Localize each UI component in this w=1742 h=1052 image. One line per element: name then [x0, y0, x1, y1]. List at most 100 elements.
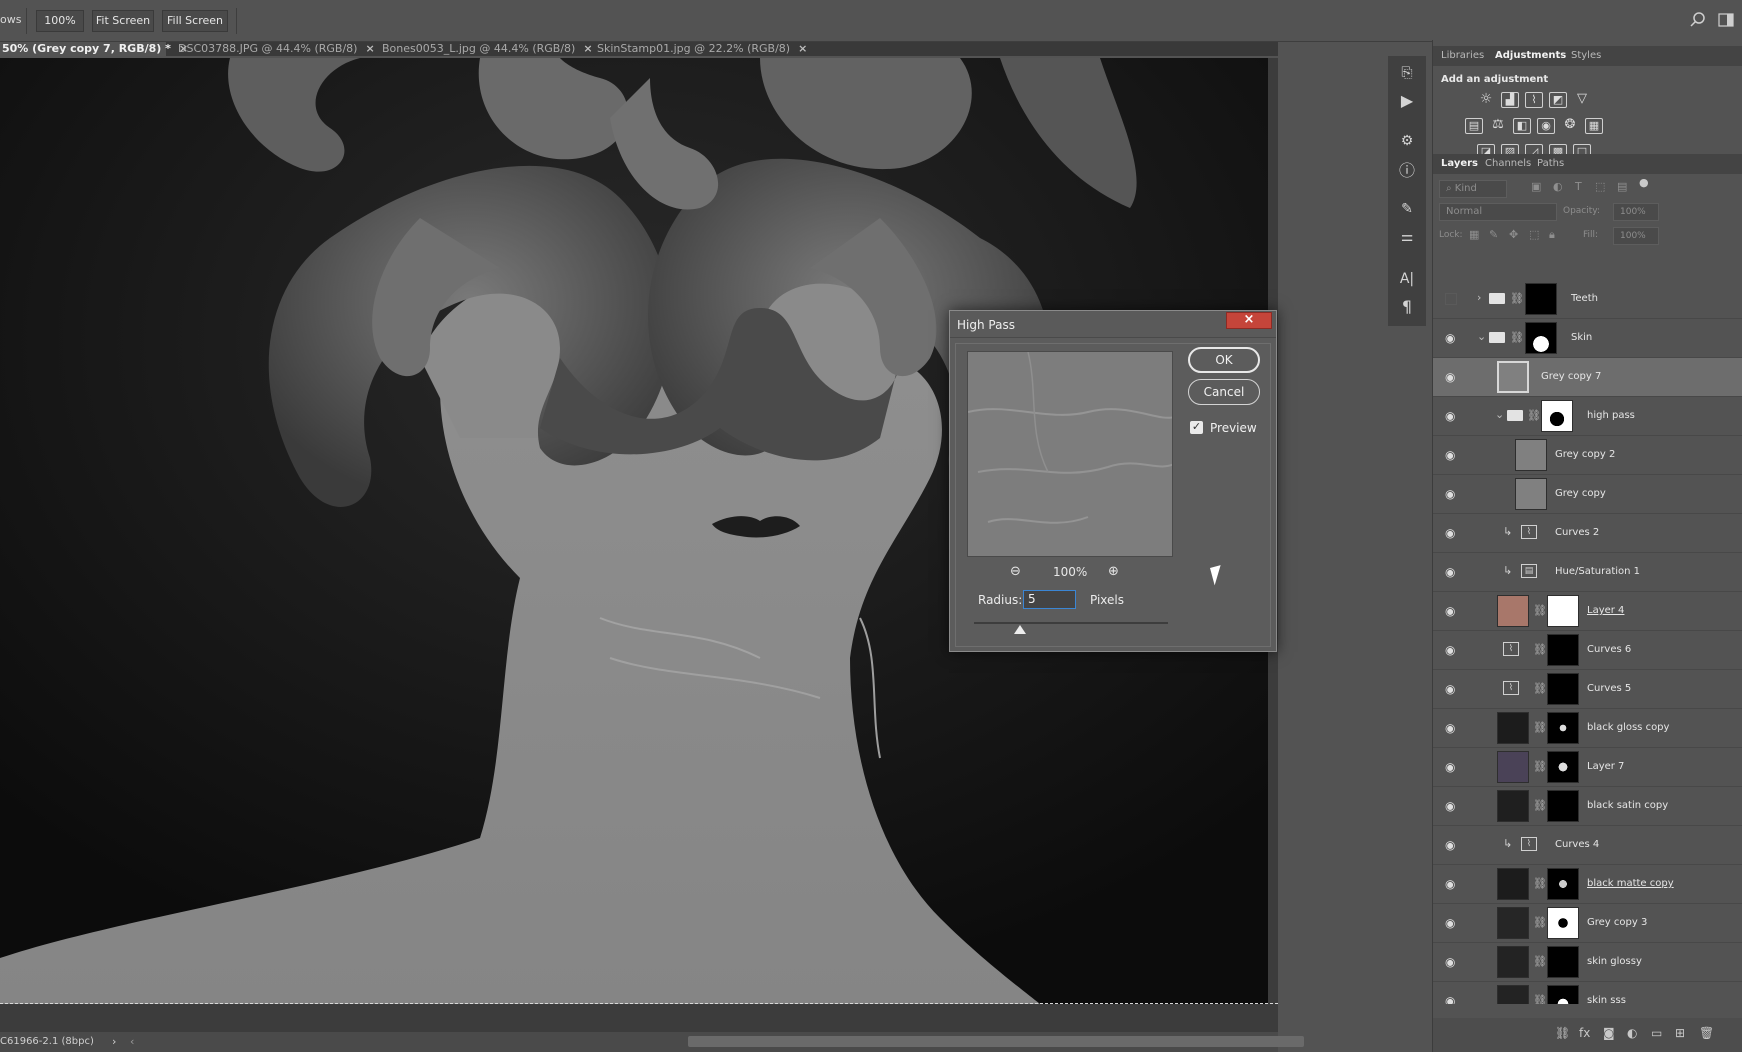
layer-row-curves-4[interactable]: ◉ ↳ ⌇ Curves 4	[1433, 826, 1742, 865]
filter-type-icon[interactable]: T	[1575, 180, 1582, 193]
layer-row-black-gloss-copy[interactable]: ◉ ⛓ black gloss copy	[1433, 709, 1742, 748]
search-icon[interactable]	[1690, 12, 1706, 28]
new-group-icon[interactable]: ▭	[1651, 1026, 1662, 1040]
tab-dsc03788[interactable]: DSC03788.JPG @ 44.4% (RGB/8) ×	[178, 42, 375, 56]
layer-name[interactable]: Layer 7	[1587, 761, 1624, 772]
layer-row-teeth[interactable]: › ⛓ Teeth	[1433, 280, 1742, 319]
layer-row-grey-copy-7[interactable]: ◉ Grey copy 7	[1433, 358, 1742, 397]
layer-row-layer-4[interactable]: ◉ ⛓ Layer 4	[1433, 592, 1742, 631]
layer-name[interactable]: Curves 5	[1587, 683, 1631, 694]
horizontal-scrollbar[interactable]	[688, 1036, 1304, 1047]
eye-icon[interactable]: ◉	[1445, 527, 1459, 539]
chevron-down-icon[interactable]: ⌄	[1477, 330, 1486, 343]
photo-filter-icon[interactable]: ◉	[1537, 118, 1555, 134]
eye-icon[interactable]: ◉	[1445, 839, 1459, 851]
layer-name[interactable]: Grey copy 7	[1541, 371, 1601, 382]
layer-name[interactable]: Skin	[1571, 332, 1592, 343]
chevron-down-icon[interactable]: ⌄	[1495, 408, 1504, 421]
eye-icon[interactable]: ◉	[1445, 605, 1459, 617]
tab-close-icon[interactable]: ×	[365, 42, 374, 55]
eye-icon[interactable]: ◉	[1445, 371, 1459, 383]
blend-mode-select[interactable]: Normal	[1439, 203, 1557, 221]
new-adjustment-icon[interactable]: ◐	[1627, 1026, 1637, 1040]
visibility-toggle-off[interactable]	[1445, 293, 1457, 305]
layer-row-high-pass[interactable]: ◉ ⌄ ⛓ high pass	[1433, 397, 1742, 436]
vibrance-icon[interactable]: ▽	[1573, 92, 1591, 108]
layer-name[interactable]: black gloss copy	[1587, 722, 1669, 733]
layer-name[interactable]: skin sss	[1587, 995, 1626, 1004]
channel-mixer-icon[interactable]: ❂	[1561, 118, 1579, 134]
layer-row-grey-copy-3[interactable]: ◉ ⛓ Grey copy 3	[1433, 904, 1742, 943]
fill-screen-button[interactable]: Fill Screen	[162, 10, 228, 32]
eye-icon[interactable]: ◉	[1445, 410, 1459, 422]
black-white-icon[interactable]: ◧	[1513, 118, 1531, 134]
filter-preview[interactable]	[967, 351, 1173, 557]
layer-name[interactable]: Teeth	[1571, 293, 1598, 304]
tab-layers[interactable]: Layers	[1441, 158, 1478, 169]
tab-paths[interactable]: Paths	[1537, 158, 1564, 169]
layer-row-curves-2[interactable]: ◉ ↳ ⌇ Curves 2	[1433, 514, 1742, 553]
layer-row-layer-7[interactable]: ◉ ⛓ Layer 7	[1433, 748, 1742, 787]
lock-transparent-icon[interactable]: ▦	[1469, 228, 1479, 241]
eye-icon[interactable]: ◉	[1445, 566, 1459, 578]
eye-icon[interactable]: ◉	[1445, 878, 1459, 890]
curves-icon[interactable]: ⌇	[1525, 92, 1543, 108]
eye-icon[interactable]: ◉	[1445, 722, 1459, 734]
layer-name[interactable]: black satin copy	[1587, 800, 1668, 811]
actions-play-icon[interactable]: ▶	[1396, 90, 1418, 112]
layer-name[interactable]: Hue/Saturation 1	[1555, 566, 1640, 577]
ok-button[interactable]: OK	[1188, 347, 1260, 373]
tab-styles[interactable]: Styles	[1571, 50, 1601, 61]
zoom-in-icon[interactable]: ⊕	[1108, 564, 1119, 579]
filter-shape-icon[interactable]: ⬚	[1595, 180, 1605, 193]
opacity-input[interactable]: 100%	[1613, 203, 1659, 221]
eye-icon[interactable]: ◉	[1445, 995, 1459, 1004]
layer-row-curves-6[interactable]: ◉ ⌇ ⛓ Curves 6	[1433, 631, 1742, 670]
layer-row-curves-5[interactable]: ◉ ⌇ ⛓ Curves 5	[1433, 670, 1742, 709]
levels-icon[interactable]: ▟	[1501, 92, 1519, 108]
layer-row-hue-saturation-1[interactable]: ◉ ↳ ▤ Hue/Saturation 1	[1433, 553, 1742, 592]
brush-icon[interactable]: ✎	[1396, 198, 1418, 220]
layer-row-skin-glossy[interactable]: ◉ ⛓ skin glossy	[1433, 943, 1742, 982]
history-icon[interactable]: ⎘	[1396, 62, 1418, 84]
lock-pixels-icon[interactable]: ✎	[1489, 228, 1498, 241]
filter-smart-object-icon[interactable]: ▤	[1617, 180, 1627, 193]
tab-close-icon[interactable]: ×	[798, 42, 807, 55]
color-balance-icon[interactable]: ⚖	[1489, 118, 1507, 134]
preview-checkbox[interactable]: ✓	[1190, 421, 1203, 434]
zoom-100-button[interactable]: 100%	[36, 10, 84, 32]
lock-position-icon[interactable]: ✥	[1509, 228, 1518, 241]
paragraph-icon[interactable]: ¶	[1396, 296, 1418, 318]
lock-artboard-icon[interactable]: ⬚	[1529, 228, 1539, 241]
tab-grey-copy-7[interactable]: 50% (Grey copy 7, RGB/8) * ×	[0, 42, 188, 56]
fill-input[interactable]: 100%	[1613, 227, 1659, 245]
layer-name[interactable]: Layer 4	[1587, 605, 1624, 616]
close-icon[interactable]: ×	[1226, 312, 1272, 329]
layer-name[interactable]: Curves 2	[1555, 527, 1599, 538]
lock-all-icon[interactable]: 🔒︎	[1549, 228, 1555, 242]
eye-icon[interactable]: ◉	[1445, 683, 1459, 695]
status-chevron-icon[interactable]: ›	[112, 1035, 116, 1048]
tab-close-icon[interactable]: ×	[583, 42, 592, 55]
eye-icon[interactable]: ◉	[1445, 644, 1459, 656]
chevron-right-icon[interactable]: ›	[1477, 291, 1481, 304]
layer-row-skin[interactable]: ◉ ⌄ ⛓ Skin	[1433, 319, 1742, 358]
radius-slider-thumb[interactable]	[1014, 625, 1026, 634]
eye-icon[interactable]: ◉	[1445, 449, 1459, 461]
eye-icon[interactable]: ◉	[1445, 332, 1459, 344]
layer-row-grey-copy-2[interactable]: ◉ Grey copy 2	[1433, 436, 1742, 475]
color-lookup-icon[interactable]: ▦	[1585, 118, 1603, 134]
link-layers-icon[interactable]: ⛓	[1555, 1026, 1570, 1040]
tab-skinstamp01[interactable]: SkinStamp01.jpg @ 22.2% (RGB/8) ×	[597, 42, 807, 56]
eye-icon[interactable]: ◉	[1445, 488, 1459, 500]
filter-pixel-icon[interactable]: ▣	[1531, 180, 1541, 193]
tab-adjustments[interactable]: Adjustments	[1495, 50, 1566, 61]
hue-saturation-icon[interactable]: ▤	[1465, 118, 1483, 134]
filter-toggle-icon[interactable]: ●	[1639, 176, 1649, 189]
exposure-icon[interactable]: ◩	[1549, 92, 1567, 108]
layer-row-skin-sss[interactable]: ◉ ⛓ skin sss	[1433, 982, 1742, 1004]
fx-icon[interactable]: fx	[1579, 1026, 1590, 1040]
character-icon[interactable]: A|	[1396, 268, 1418, 290]
new-layer-icon[interactable]: ⊞	[1675, 1026, 1685, 1040]
layer-row-grey-copy[interactable]: ◉ Grey copy	[1433, 475, 1742, 514]
